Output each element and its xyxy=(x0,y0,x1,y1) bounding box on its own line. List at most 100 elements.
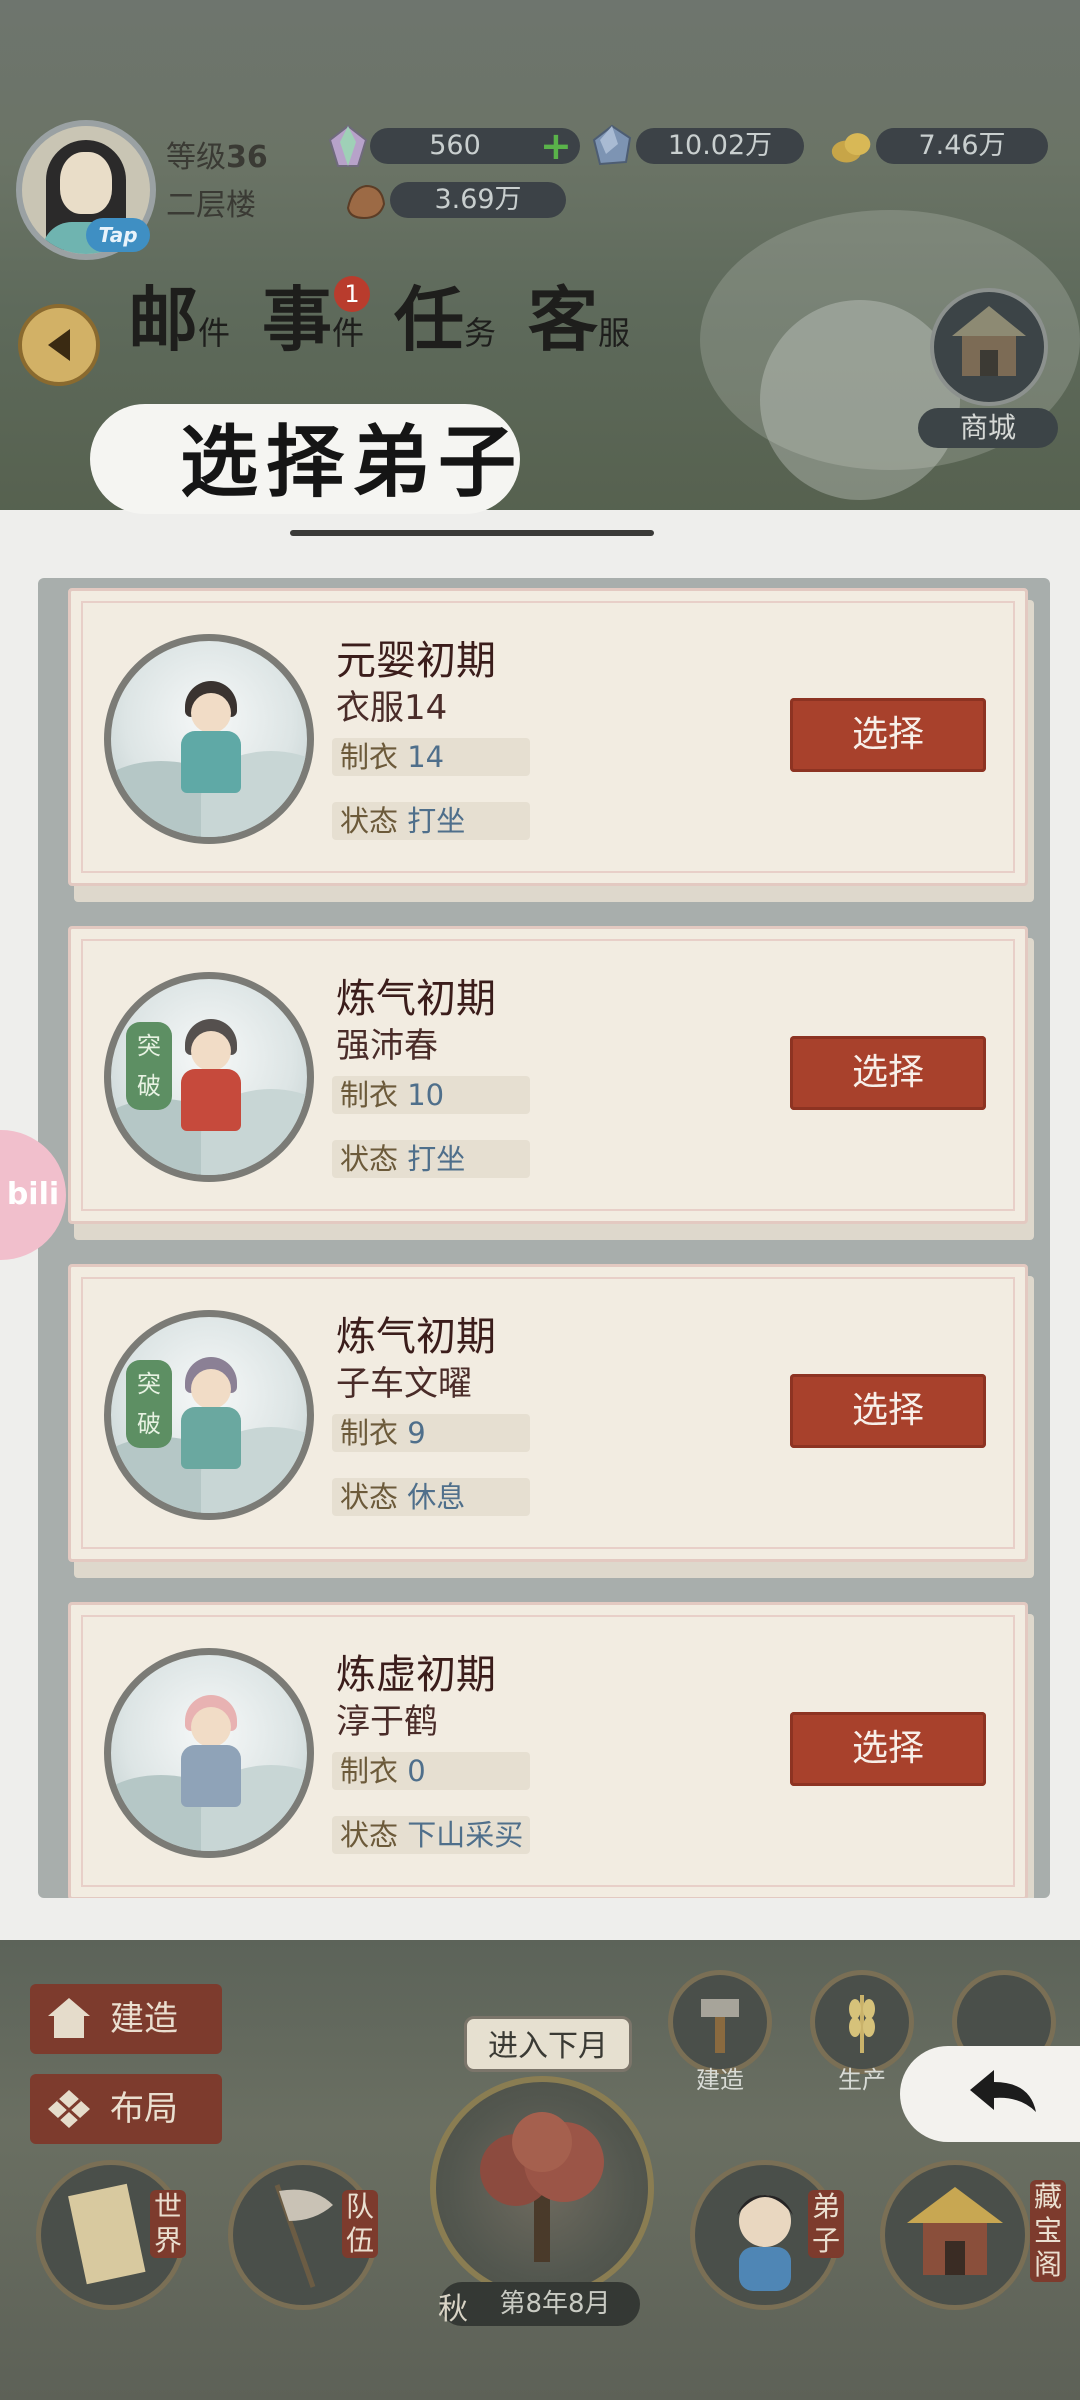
tab-mail[interactable]: 邮件 xyxy=(128,280,230,360)
produce-button[interactable] xyxy=(810,1970,914,2074)
disciple-name: 子车文曜 xyxy=(336,1364,472,1404)
wheat-icon xyxy=(849,1995,875,2053)
tailoring-stat: 制衣 9 xyxy=(332,1414,530,1452)
tailoring-label: 制衣 xyxy=(340,1416,399,1450)
return-button[interactable] xyxy=(900,2046,1080,2142)
disciple-card: 炼虚初期 淳于鹤 制衣 0 状态 下山采买 选择 xyxy=(68,1602,1034,1898)
status-stat: 状态 打坐 xyxy=(332,802,530,840)
disciple-realm: 炼虚初期 xyxy=(336,1652,496,1698)
shop-button[interactable] xyxy=(930,288,1048,406)
status-label: 状态 xyxy=(340,1480,399,1514)
world-label: 世 界 xyxy=(150,2190,186,2258)
gold-bar: 7.46万 xyxy=(876,128,1048,164)
tab-tasks-big: 任 xyxy=(394,278,464,361)
next-month-button[interactable]: 进入下月 xyxy=(464,2016,632,2072)
disciple-realm: 炼气初期 xyxy=(336,976,496,1022)
dialog-title: 选择弟子 xyxy=(180,417,525,508)
tailoring-value: 14 xyxy=(407,740,445,774)
tab-support[interactable]: 客服 xyxy=(528,280,630,360)
world-char-1: 世 xyxy=(153,2190,182,2223)
tab-support-big: 客 xyxy=(528,278,598,361)
gold-icon xyxy=(831,133,871,163)
select-button[interactable]: 选择 xyxy=(790,1712,986,1786)
disciple-portrait xyxy=(104,634,314,844)
title-underline xyxy=(290,530,654,536)
status-value: 下山采买 xyxy=(407,1818,524,1852)
level-value: 36 xyxy=(226,140,268,175)
avatar-face xyxy=(60,152,112,214)
build-small-button[interactable] xyxy=(668,1970,772,2074)
disciple-card: 突破 炼气初期 子车文曜 制衣 9 状态 休息 选择 xyxy=(68,1264,1034,1578)
disciple-list-scroll[interactable]: 元婴初期 衣服14 制衣 14 状态 打坐 选择 突破 炼气初期 强沛春 制衣 … xyxy=(50,588,1038,1898)
select-button[interactable]: 选择 xyxy=(790,698,986,772)
tap-badge[interactable]: Tap xyxy=(86,218,150,252)
tab-events-small: 件 xyxy=(332,314,365,352)
tab-mail-big: 邮 xyxy=(128,278,198,361)
ore-bar: 3.69万 xyxy=(390,182,566,218)
level-label: 等级 xyxy=(166,140,226,175)
status-label: 状态 xyxy=(340,1818,399,1852)
disciple-robe xyxy=(181,1745,241,1807)
events-notification-badge: 1 xyxy=(334,276,370,312)
spirit-stone-icon xyxy=(328,124,368,167)
season-dial[interactable] xyxy=(430,2076,654,2300)
grid-tiles-icon xyxy=(48,2090,90,2128)
select-button[interactable]: 选择 xyxy=(790,1036,986,1110)
build-label: 建造 xyxy=(110,1999,178,2039)
hammer-icon xyxy=(701,1999,739,2053)
status-stat: 状态 下山采买 xyxy=(332,1816,530,1854)
team-label: 队 伍 xyxy=(342,2190,378,2258)
disciple-head xyxy=(191,1031,231,1071)
season-label: 秋 xyxy=(438,2292,468,2327)
gold-value: 7.46万 xyxy=(918,130,1006,161)
status-value: 打坐 xyxy=(407,804,466,838)
tab-mail-small: 件 xyxy=(198,314,231,352)
disciple-card: 元婴初期 衣服14 制衣 14 状态 打坐 选择 xyxy=(68,588,1034,902)
tab-tasks[interactable]: 任务 xyxy=(394,280,496,360)
status-stat: 状态 打坐 xyxy=(332,1140,530,1178)
disciple-list[interactable]: 元婴初期 衣服14 制衣 14 状态 打坐 选择 突破 炼气初期 强沛春 制衣 … xyxy=(38,578,1050,1898)
world-char-2: 界 xyxy=(153,2224,182,2257)
location-label: 二层楼 xyxy=(166,188,256,223)
disciples-char-1: 弟 xyxy=(811,2190,840,2223)
status-value: 休息 xyxy=(407,1480,466,1514)
house-icon xyxy=(48,1998,90,2038)
crystal-icon xyxy=(592,124,632,166)
treasure-pavilion-button[interactable] xyxy=(880,2160,1030,2310)
disciple-head xyxy=(191,1369,231,1409)
autumn-tree-icon xyxy=(480,2112,604,2262)
disciple-name: 衣服14 xyxy=(336,688,448,728)
tailoring-stat: 制衣 14 xyxy=(332,738,530,776)
disciple-head xyxy=(191,1707,231,1747)
team-char-1: 队 xyxy=(345,2190,374,2223)
build-small-label: 建造 xyxy=(696,2066,744,2094)
tailoring-value: 10 xyxy=(407,1078,445,1112)
mountain-decoration xyxy=(760,300,960,500)
disciple-robe xyxy=(181,1069,241,1131)
disciple-portrait xyxy=(104,1648,314,1858)
status-value: 打坐 xyxy=(407,1142,466,1176)
pavilion-icon xyxy=(907,2187,1003,2275)
shop-pavilion-icon xyxy=(952,306,1026,376)
back-arrow-button[interactable] xyxy=(18,304,100,386)
treasure-char-3: 阁 xyxy=(1033,2248,1062,2281)
produce-label: 生产 xyxy=(838,2066,886,2094)
disciple-name: 淳于鹤 xyxy=(336,1702,438,1742)
team-char-2: 伍 xyxy=(345,2224,374,2257)
shop-label: 商城 xyxy=(918,408,1058,448)
treasure-char-1: 藏 xyxy=(1033,2180,1062,2213)
add-spirit-stone-button[interactable]: + xyxy=(540,126,572,166)
ore-value: 3.69万 xyxy=(434,184,522,215)
disciple-robe xyxy=(181,731,241,793)
tailoring-value: 0 xyxy=(407,1754,426,1788)
disciple-name: 强沛春 xyxy=(336,1026,438,1066)
tailoring-label: 制衣 xyxy=(340,740,399,774)
status-label: 状态 xyxy=(340,1142,399,1176)
breakthrough-badge: 突破 xyxy=(126,1022,172,1110)
crystal-value: 10.02万 xyxy=(667,130,773,161)
tailoring-label: 制衣 xyxy=(340,1078,399,1112)
select-button[interactable]: 选择 xyxy=(790,1374,986,1448)
disciples-label: 弟 子 xyxy=(808,2190,844,2258)
status-label: 状态 xyxy=(340,804,399,838)
tab-events-big: 事 xyxy=(262,278,332,361)
